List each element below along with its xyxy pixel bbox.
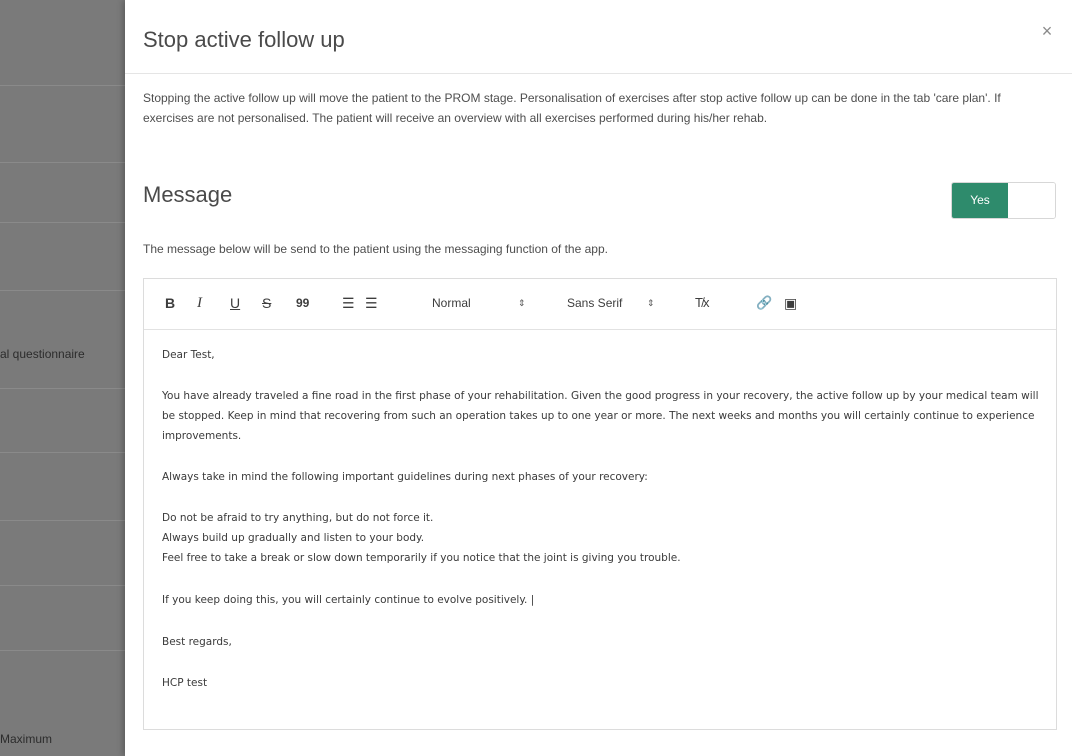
font-select[interactable]: Sans Serif ⇕ <box>567 293 677 313</box>
message-guideline: Do not be afraid to try anything, but do… <box>162 512 434 524</box>
message-paragraph: If you keep doing this, you will certain… <box>162 594 535 606</box>
message-paragraph: Always take in mind the following import… <box>162 471 648 483</box>
size-select-value: Normal <box>432 296 471 310</box>
italic-button[interactable]: I <box>197 293 202 313</box>
bullet-list-button[interactable]: ☰ <box>365 293 378 313</box>
font-select-value: Sans Serif <box>567 296 623 310</box>
intro-text: Stopping the active follow up will move … <box>143 91 1001 125</box>
toggle-handle <box>1008 183 1055 218</box>
font-select-caret-icon: ⇕ <box>647 298 655 308</box>
size-select-caret-icon: ⇕ <box>518 298 526 308</box>
background-divider <box>0 585 125 586</box>
stop-follow-up-modal: Stop active follow up × Stopping the act… <box>125 0 1072 756</box>
header-divider <box>125 73 1072 74</box>
underline-button[interactable]: U <box>230 293 240 313</box>
send-message-toggle[interactable]: Yes <box>951 182 1056 219</box>
size-select[interactable]: Normal ⇕ <box>432 293 542 313</box>
editor-toolbar: B I U S 99 ☰ ☰ Normal ⇕ Sans Serif ⇕ T̸x… <box>144 279 1056 330</box>
close-icon[interactable]: × <box>1036 20 1058 42</box>
message-editor: B I U S 99 ☰ ☰ Normal ⇕ Sans Serif ⇕ T̸x… <box>143 278 1057 730</box>
message-signature: HCP test <box>162 677 208 689</box>
message-closing: Best regards, <box>162 636 232 648</box>
ordered-list-button[interactable]: ☰ <box>342 293 355 313</box>
message-heading: Message <box>143 182 233 207</box>
background-divider <box>0 520 125 521</box>
toggle-yes-label: Yes <box>952 183 1008 218</box>
background-label: Maximum <box>0 732 53 746</box>
helper-text: The message below will be send to the pa… <box>143 242 608 256</box>
background-divider <box>0 290 125 291</box>
strike-button[interactable]: S <box>262 293 271 313</box>
background-divider <box>0 388 125 389</box>
message-greeting: Dear Test, <box>162 349 215 361</box>
modal-title: Stop active follow up <box>143 27 345 52</box>
message-paragraph: You have already traveled a fine road in… <box>162 390 1039 442</box>
background-divider <box>0 650 125 651</box>
background-divider <box>0 452 125 453</box>
message-guideline: Always build up gradually and listen to … <box>162 532 425 544</box>
quote-button[interactable]: 99 <box>296 293 309 313</box>
bold-button[interactable]: B <box>165 293 175 313</box>
link-icon[interactable]: 🔗 <box>756 293 772 313</box>
background-divider <box>0 222 125 223</box>
background-divider <box>0 85 125 86</box>
background-page: al questionnaire Maximum <box>0 0 125 756</box>
message-guideline: Feel free to take a break or slow down t… <box>162 552 681 564</box>
message-body[interactable]: Dear Test, You have already traveled a f… <box>162 345 1042 693</box>
background-label: al questionnaire <box>0 347 85 361</box>
image-icon[interactable]: ▣ <box>784 293 797 313</box>
clear-format-icon[interactable]: T̸x <box>695 293 709 313</box>
background-divider <box>0 162 125 163</box>
